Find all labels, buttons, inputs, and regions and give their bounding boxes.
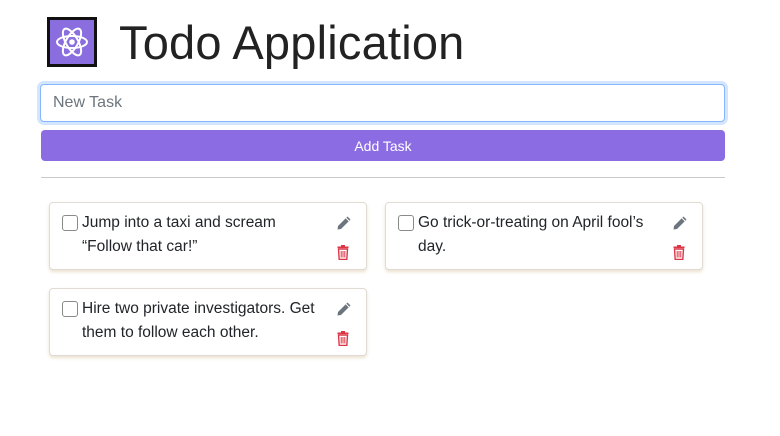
add-task-button[interactable]: Add Task [41, 130, 725, 161]
task-card: Jump into a taxi and scream “Follow that… [49, 202, 367, 270]
pencil-icon[interactable] [336, 301, 352, 317]
task-checkbox[interactable] [62, 215, 78, 231]
pencil-icon[interactable] [336, 215, 352, 231]
divider [41, 177, 725, 178]
new-task-input[interactable] [40, 84, 725, 122]
task-checkbox[interactable] [62, 301, 78, 317]
task-card: Go trick-or-treating on April fool’s day… [385, 202, 703, 270]
task-text: Jump into a taxi and scream “Follow that… [82, 214, 276, 255]
app-header: Todo Application [47, 15, 465, 69]
trash-icon[interactable] [673, 245, 685, 261]
pencil-icon[interactable] [672, 215, 688, 231]
task-card: Hire two private investigators. Get them… [49, 288, 367, 356]
atom-icon [47, 17, 97, 67]
trash-icon[interactable] [337, 245, 349, 261]
task-checkbox[interactable] [398, 215, 414, 231]
task-text: Go trick-or-treating on April fool’s day… [418, 214, 644, 255]
page-title: Todo Application [119, 15, 465, 69]
task-text: Hire two private investigators. Get them… [82, 300, 315, 341]
trash-icon[interactable] [337, 331, 349, 347]
